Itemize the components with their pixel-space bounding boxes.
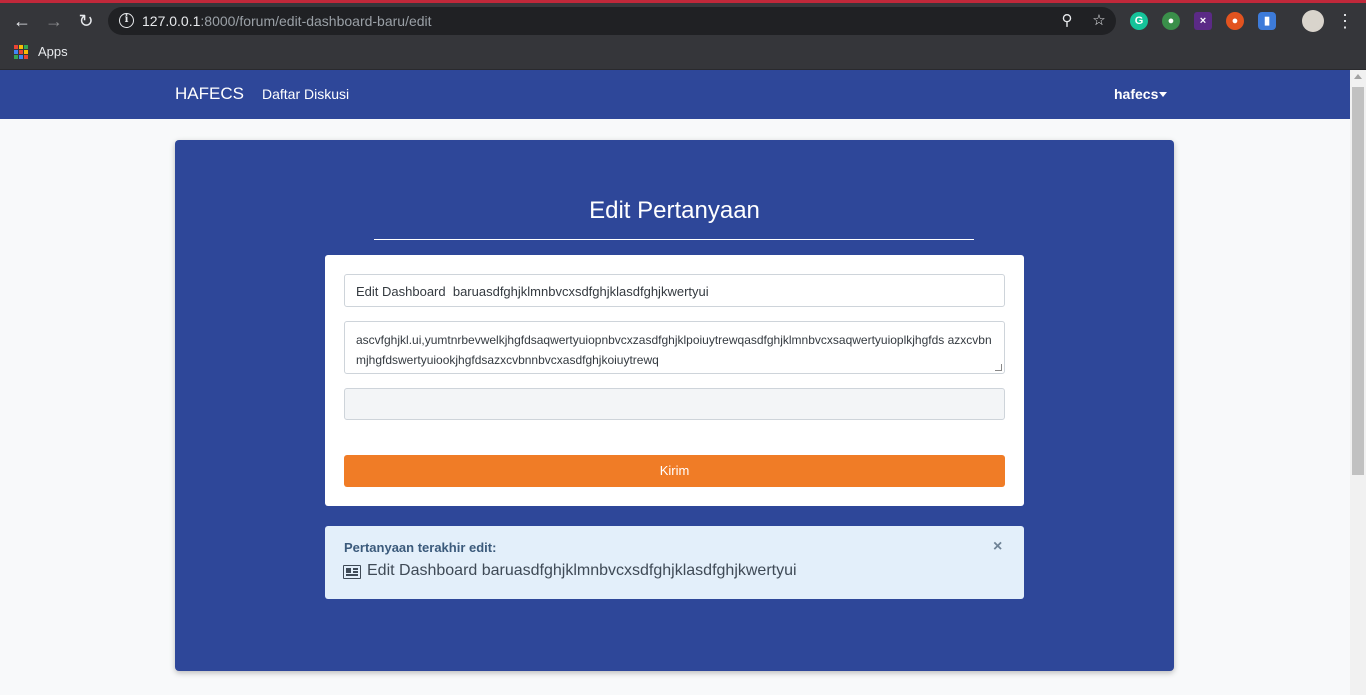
nav-link-daftar-diskusi[interactable]: Daftar Diskusi — [262, 86, 349, 102]
body-textarea[interactable]: ascvfghjkl.ui,yumtnrbevwelkjhgfdsaqwerty… — [344, 321, 1005, 374]
extension-icon[interactable]: ▮ — [1258, 12, 1276, 30]
page-scrollbar[interactable] — [1350, 70, 1366, 695]
site-info-icon[interactable]: i — [119, 13, 134, 28]
reload-icon[interactable]: ↻ — [75, 10, 97, 32]
title-input[interactable]: Edit Dashboard baruasdfghjklmnbvcxsdfghj… — [344, 274, 1005, 307]
browser-menu-icon[interactable]: ⋮ — [1336, 11, 1354, 31]
last-edit-alert: Pertanyaan terakhir edit: × Edit Dashboa… — [325, 526, 1024, 599]
extension-icon[interactable]: × — [1194, 12, 1212, 30]
scroll-up-icon[interactable] — [1354, 74, 1362, 79]
submit-button[interactable]: Kirim — [344, 455, 1005, 487]
resize-handle[interactable] — [995, 364, 1002, 371]
zoom-search-icon[interactable]: ⚲ — [1058, 12, 1076, 30]
page-viewport: HAFECS Daftar Diskusi hafecs Edit Pertan… — [0, 70, 1350, 695]
close-icon[interactable]: × — [993, 538, 1002, 556]
alert-label: Pertanyaan terakhir edit: — [344, 540, 497, 555]
forward-icon[interactable]: → — [43, 10, 65, 32]
last-edited-question-link[interactable]: Edit Dashboard baruasdfghjklmnbvcxsdfghj… — [367, 562, 797, 580]
grammarly-extension-icon[interactable]: G — [1130, 12, 1148, 30]
caret-down-icon[interactable] — [1159, 92, 1167, 97]
bookmarks-bar: Apps — [0, 37, 1366, 70]
back-icon[interactable]: ← — [11, 10, 33, 32]
title-divider — [374, 239, 974, 240]
extension-icon[interactable]: ● — [1162, 12, 1180, 30]
apps-icon[interactable] — [14, 45, 28, 59]
apps-bookmark[interactable]: Apps — [38, 44, 68, 59]
page-title: Edit Pertanyaan — [589, 197, 760, 224]
site-brand[interactable]: HAFECS — [175, 84, 244, 104]
scroll-thumb[interactable] — [1352, 87, 1364, 475]
site-navbar: HAFECS Daftar Diskusi hafecs — [0, 70, 1350, 119]
browser-toolbar: ← → ↻ i 127.0.0.1:8000/forum/edit-dashbo… — [0, 0, 1366, 37]
edit-form: Edit Dashboard baruasdfghjklmnbvcxsdfghj… — [325, 255, 1024, 506]
user-dropdown[interactable]: hafecs — [1114, 86, 1158, 102]
extension-icon[interactable]: ● — [1226, 12, 1244, 30]
body-text: ascvfghjkl.ui,yumtnrbevwelkjhgfdsaqwerty… — [356, 333, 992, 367]
profile-avatar[interactable] — [1302, 10, 1324, 32]
bookmark-star-icon[interactable]: ☆ — [1090, 12, 1108, 30]
url-text[interactable]: 127.0.0.1:8000/forum/edit-dashboard-baru… — [142, 13, 432, 29]
address-bar[interactable]: i 127.0.0.1:8000/forum/edit-dashboard-ba… — [108, 7, 1116, 35]
newspaper-icon — [343, 565, 361, 579]
tags-input[interactable] — [344, 388, 1005, 420]
edit-question-card: Edit Pertanyaan Edit Dashboard baruasdfg… — [175, 140, 1174, 671]
